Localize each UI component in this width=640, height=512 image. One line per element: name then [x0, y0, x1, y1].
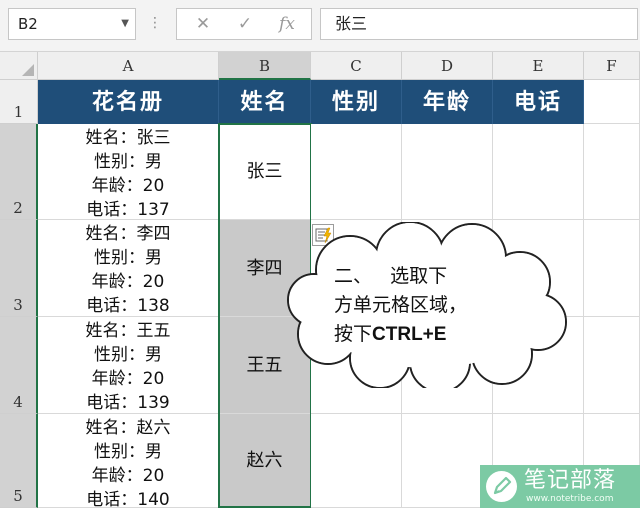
cell[interactable]	[402, 124, 493, 220]
column-header-f[interactable]: F	[584, 52, 640, 80]
watermark-title: 笔记部落	[524, 468, 617, 493]
cell[interactable]	[584, 124, 640, 220]
column-header-d[interactable]: D	[402, 52, 493, 80]
header-cell-gender[interactable]: 性别	[311, 80, 402, 124]
callout-text: 二、 选取下 方单元格区域， 按下CTRL+E	[334, 265, 468, 345]
row-header-2[interactable]: 2	[0, 124, 38, 220]
name-box[interactable]: B2 ▼	[8, 8, 136, 40]
roster-cell[interactable]: 姓名：王五 性别：男 年龄：20 电话：139	[38, 317, 219, 414]
column-header-c[interactable]: C	[311, 52, 402, 80]
row-header-5[interactable]: 5	[0, 414, 38, 508]
cell[interactable]	[311, 414, 402, 508]
cell[interactable]	[584, 317, 640, 414]
formula-buttons: ✕ ✓ fx	[176, 8, 312, 40]
roster-cell[interactable]: 姓名：张三 性别：男 年龄：20 电话：137	[38, 124, 219, 220]
watermark: 笔记部落 www.notetribe.com	[480, 465, 640, 508]
header-cell-age[interactable]: 年龄	[402, 80, 493, 124]
pen-icon	[486, 471, 517, 502]
select-all-corner[interactable]	[0, 52, 38, 80]
cell[interactable]	[584, 220, 640, 317]
cell[interactable]	[311, 124, 402, 220]
watermark-url: www.notetribe.com	[526, 494, 614, 504]
cancel-icon[interactable]: ✕	[183, 9, 223, 39]
column-header-b[interactable]: B	[219, 52, 311, 80]
row-header-4[interactable]: 4	[0, 317, 38, 414]
cell[interactable]	[493, 124, 584, 220]
cell-f1[interactable]	[584, 80, 640, 124]
header-cell-name[interactable]: 姓名	[219, 80, 311, 124]
roster-cell[interactable]: 姓名：李四 性别：男 年龄：20 电话：138	[38, 220, 219, 317]
check-icon[interactable]: ✓	[225, 9, 265, 39]
header-cell-phone[interactable]: 电话	[493, 80, 584, 124]
header-cell-roster[interactable]: 花名册	[38, 80, 219, 124]
row-header-3[interactable]: 3	[0, 220, 38, 317]
roster-cell[interactable]: 姓名：赵六 性别：男 年龄：20 电话：140	[38, 414, 219, 510]
row-header-1[interactable]: 1	[0, 80, 38, 124]
chevron-down-icon[interactable]: ▼	[121, 9, 129, 39]
name-box-value: B2	[18, 15, 38, 33]
column-header-a[interactable]: A	[38, 52, 219, 80]
insert-function-icon[interactable]: fx	[267, 9, 307, 39]
more-options-icon[interactable]: ⋮	[148, 14, 162, 32]
formula-input[interactable]: 张三	[320, 8, 638, 40]
column-header-e[interactable]: E	[493, 52, 584, 80]
